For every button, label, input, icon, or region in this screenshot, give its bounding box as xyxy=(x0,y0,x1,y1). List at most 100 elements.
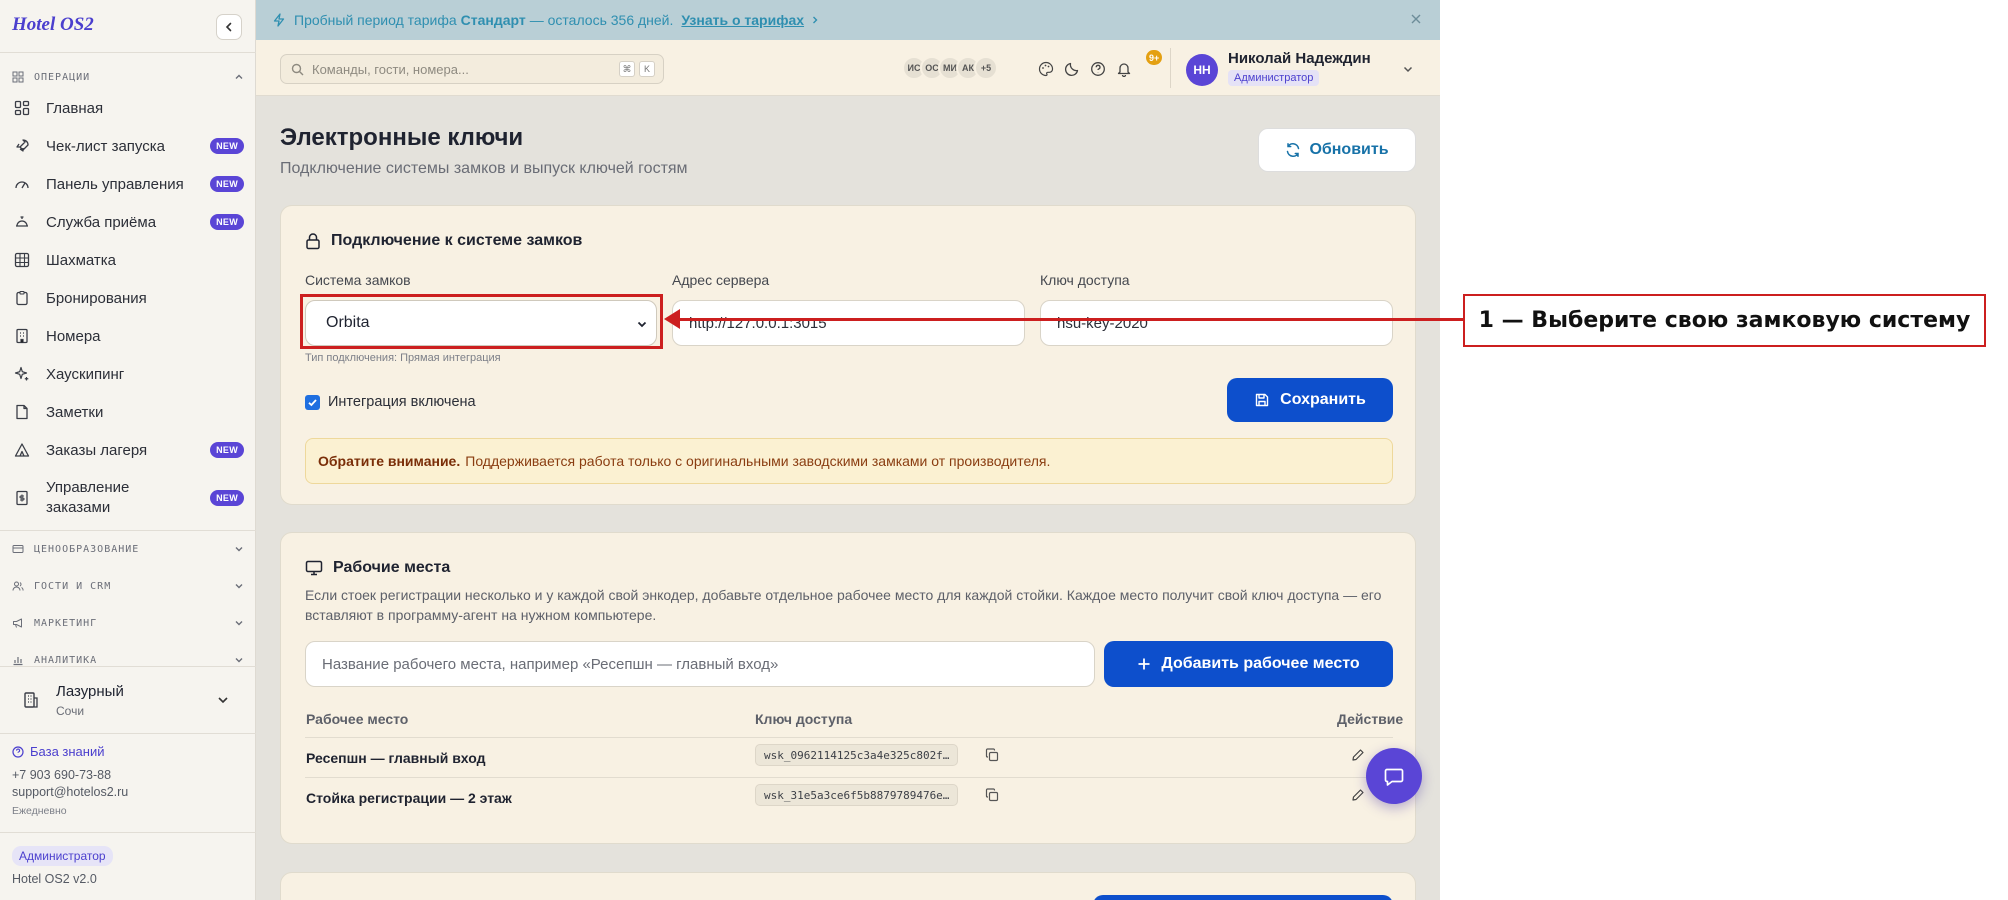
command-search[interactable]: Команды, гости, номера... ⌘ K xyxy=(280,54,664,84)
hotel-name: Лазурный xyxy=(56,683,124,700)
banner-text-prefix: Пробный период тарифа xyxy=(294,12,457,28)
workstation-name: Ресепшн — главный вход xyxy=(306,750,486,766)
workstations-card: Рабочие места Если стоек регистрации нес… xyxy=(280,532,1416,844)
sidebar-item-launch-checklist[interactable]: Чек-лист запуска NEW xyxy=(12,136,244,156)
add-workstation-label: Добавить рабочее место xyxy=(1161,655,1360,672)
user-name[interactable]: Николай Надеждин xyxy=(1228,50,1371,67)
moon-icon xyxy=(1064,62,1079,77)
online-users[interactable]: ИС ОС МИ АК +5 xyxy=(902,56,998,80)
rocket-icon xyxy=(12,136,32,156)
card-title-text: Подключение к системе замков xyxy=(331,232,583,249)
section-operations-label: ОПЕРАЦИИ xyxy=(34,71,91,83)
receipt-icon xyxy=(12,488,32,508)
banner-pricing-link[interactable]: Узнать о тарифах xyxy=(681,12,804,28)
divider xyxy=(0,832,256,833)
server-address-input[interactable]: http://127.0.0.1:3015 xyxy=(672,300,1025,346)
sidebar-item-label: Служба приёма xyxy=(46,213,157,231)
save-button[interactable]: Сохранить xyxy=(1227,378,1393,422)
chat-icon xyxy=(1384,768,1404,786)
dark-mode-toggle[interactable] xyxy=(1060,57,1084,81)
card-title: Рабочие места xyxy=(305,559,450,577)
sidebar-item-camp-orders[interactable]: Заказы лагеря NEW xyxy=(12,440,244,460)
monitor-icon xyxy=(305,560,323,576)
sidebar-item-home[interactable]: Главная xyxy=(12,98,244,118)
sidebar-item-bookings[interactable]: Бронирования xyxy=(12,288,244,308)
help-circle-icon xyxy=(12,745,24,758)
chevron-down-icon xyxy=(234,655,244,665)
section-operations-toggle[interactable]: ОПЕРАЦИИ xyxy=(12,70,244,84)
help-button[interactable] xyxy=(1086,57,1110,81)
layers-icon xyxy=(12,70,26,84)
add-workstation-button[interactable]: Добавить рабочее место xyxy=(1104,641,1393,687)
chat-button[interactable] xyxy=(1366,748,1422,804)
search-icon xyxy=(291,63,304,75)
divider xyxy=(0,52,256,53)
alert-text: Поддерживается работа только с оригиналь… xyxy=(465,453,1051,469)
support-phone[interactable]: +7 903 690-73-88 xyxy=(12,768,111,782)
originals-only-alert: Обратите внимание. Поддерживается работа… xyxy=(305,438,1393,484)
copy-icon[interactable] xyxy=(985,748,999,767)
workstation-name-placeholder: Название рабочего места, например «Ресеп… xyxy=(322,655,779,673)
user-avatar[interactable]: НН xyxy=(1186,54,1218,86)
workstation-name: Стойка регистрации — 2 этаж xyxy=(306,790,512,806)
next-card xyxy=(280,872,1416,900)
theme-palette-button[interactable] xyxy=(1034,57,1058,81)
section-analytics-toggle[interactable]: АНАЛИТИКА xyxy=(12,653,244,666)
sidebar-item-chessboard[interactable]: Шахматка xyxy=(12,250,244,270)
sidebar-item-housekeeping[interactable]: Хаускипинг xyxy=(12,364,244,384)
notifications-button[interactable] xyxy=(1112,57,1136,81)
sidebar-item-dashboard[interactable]: Панель управления NEW xyxy=(12,174,244,194)
banner-close-button[interactable] xyxy=(1410,12,1422,28)
bell-icon xyxy=(1117,63,1131,77)
sidebar-item-label: Главная xyxy=(46,99,104,117)
kbd-k: K xyxy=(639,61,655,77)
integration-enabled-label: Интеграция включена xyxy=(328,394,476,410)
edit-pencil-icon[interactable] xyxy=(1351,788,1365,807)
sidebar-item-notes[interactable]: Заметки xyxy=(12,402,244,422)
trial-banner: Пробный период тарифа Стандарт — осталос… xyxy=(256,0,1440,40)
refresh-button[interactable]: Обновить xyxy=(1258,128,1416,172)
server-address-label: Адрес сервера xyxy=(672,272,770,288)
new-badge: NEW xyxy=(210,442,244,458)
annotation-arrow-line xyxy=(675,318,1463,321)
banner-plan: Стандарт xyxy=(460,12,526,28)
sidebar-item-order-management[interactable]: Управление заказами NEW xyxy=(12,478,244,518)
section-pricing-label: ЦЕНООБРАЗОВАНИЕ xyxy=(34,543,140,555)
user-menu-chevron-down-icon[interactable] xyxy=(1402,62,1414,80)
app-version: Hotel OS2 v2.0 xyxy=(12,872,97,886)
knowledge-base-link[interactable]: База знаний xyxy=(12,744,105,759)
integration-enabled-checkbox[interactable]: Интеграция включена xyxy=(305,394,476,410)
sidebar-item-label: Бронирования xyxy=(46,289,147,307)
section-pricing-toggle[interactable]: ЦЕНООБРАЗОВАНИЕ xyxy=(12,542,244,556)
table-row: Стойка регистрации — 2 этаж wsk_31e5a3ce… xyxy=(305,777,1393,817)
tent-icon xyxy=(12,440,32,460)
sidebar-collapse-button[interactable] xyxy=(216,14,242,40)
sidebar-item-rooms[interactable]: Номера xyxy=(12,326,244,346)
chart-icon xyxy=(12,653,26,666)
connection-type-hint: Тип подключения: Прямая интеграция xyxy=(305,352,501,364)
edit-pencil-icon[interactable] xyxy=(1351,748,1365,767)
support-email[interactable]: support@hotelos2.ru xyxy=(12,785,128,799)
new-badge: NEW xyxy=(210,490,244,506)
bell-service-icon xyxy=(12,212,32,232)
copy-icon[interactable] xyxy=(985,788,999,807)
access-key-input[interactable]: hsu-key-2020 xyxy=(1040,300,1393,346)
page-subtitle: Подключение системы замков и выпуск ключ… xyxy=(280,160,688,177)
section-marketing-toggle[interactable]: МАРКЕТИНГ xyxy=(12,616,244,630)
next-card-button[interactable] xyxy=(1093,895,1393,900)
sidebar-item-label: Панель управления xyxy=(46,175,184,193)
brand-logo[interactable]: Hotel OS2 xyxy=(12,14,94,36)
help-circle-icon xyxy=(1091,62,1105,76)
sidebar-item-front-desk[interactable]: Служба приёма NEW xyxy=(12,212,244,232)
save-icon xyxy=(1255,393,1269,407)
checkbox-checked-icon xyxy=(305,394,320,410)
refresh-icon xyxy=(1287,143,1300,157)
workstation-name-input[interactable]: Название рабочего места, например «Ресеп… xyxy=(305,641,1095,687)
notifications-count-badge: 9+ xyxy=(1146,50,1163,65)
grid-icon xyxy=(12,98,32,118)
section-guests-crm-toggle[interactable]: ГОСТИ И CRM xyxy=(12,579,244,593)
megaphone-icon xyxy=(12,616,26,630)
lock-system-label: Система замков xyxy=(305,272,411,288)
section-guests-crm-label: ГОСТИ И CRM xyxy=(34,580,112,592)
hotel-switcher[interactable]: Лазурный Сочи xyxy=(0,666,256,734)
